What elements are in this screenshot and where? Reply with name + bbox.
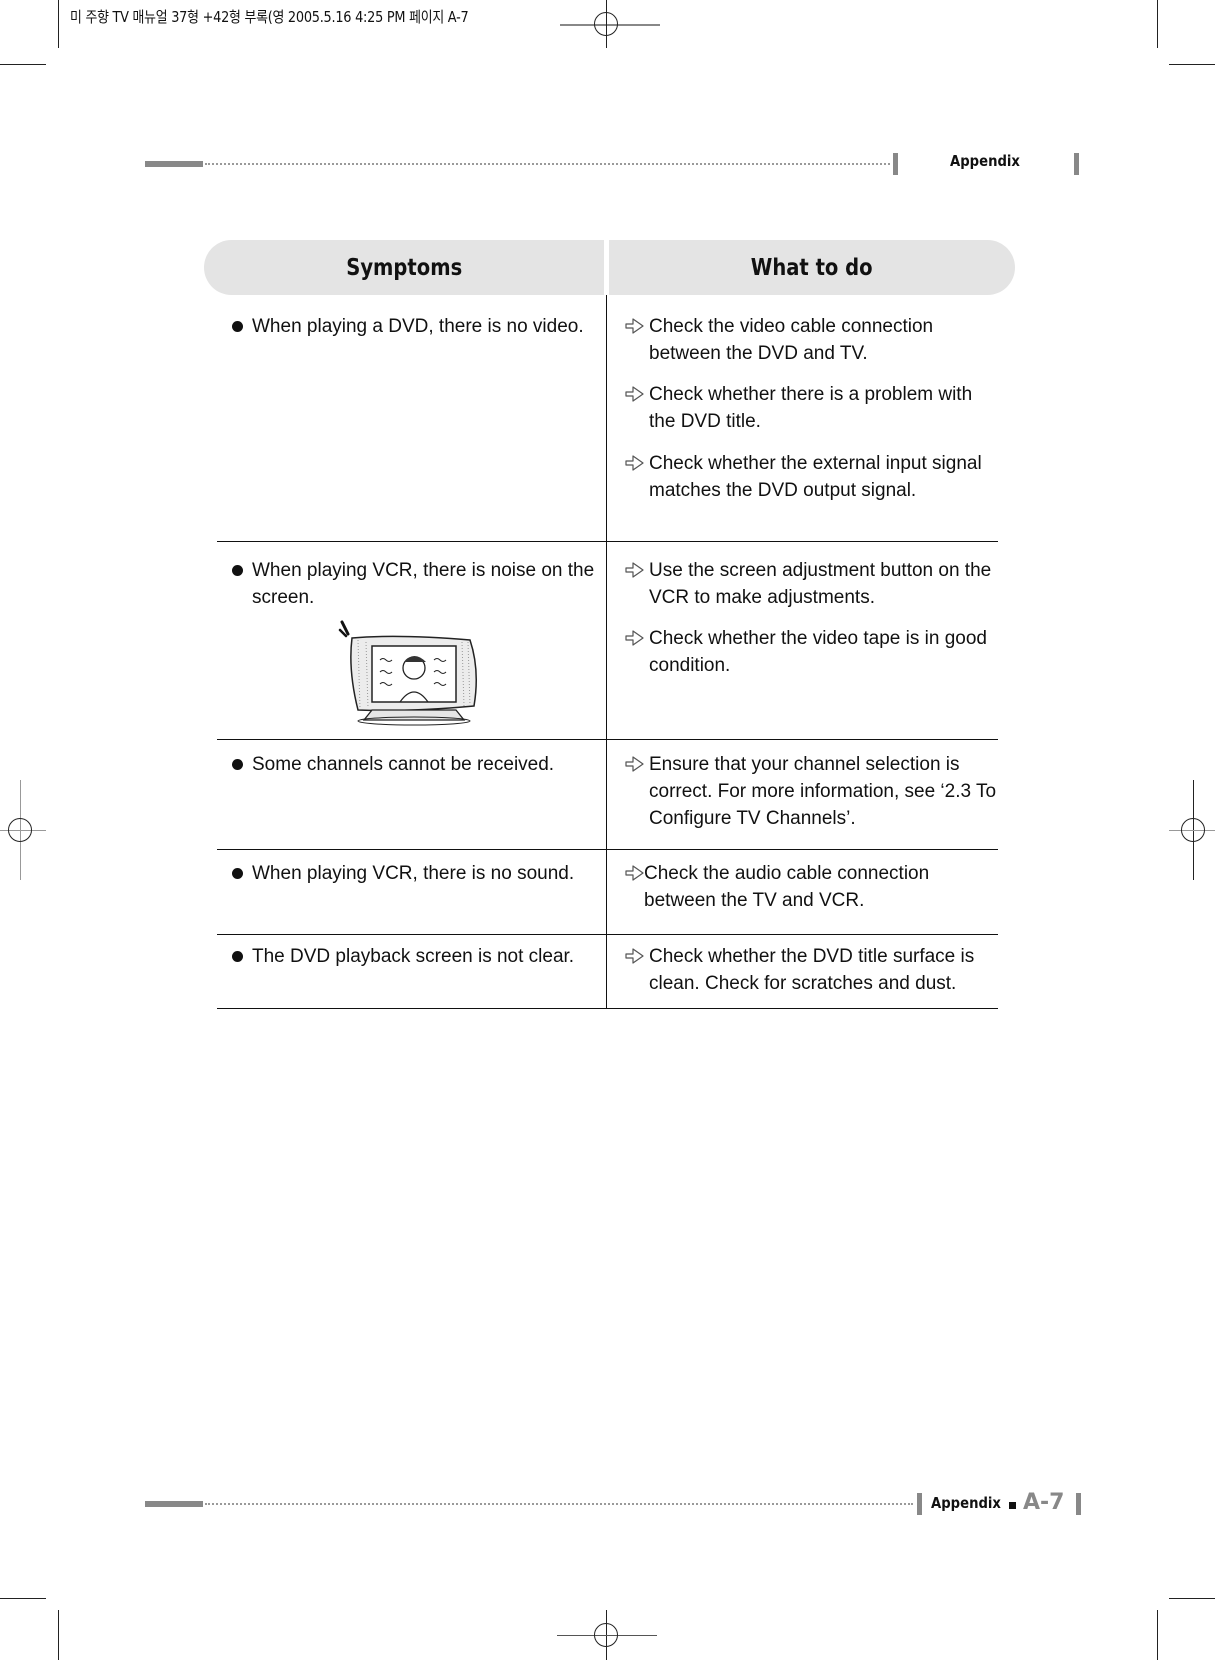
crop-mark-top-right-horizontal — [1169, 64, 1215, 65]
bullet-icon — [232, 759, 243, 770]
row-separator — [217, 739, 998, 740]
header-divider-right — [1074, 153, 1079, 175]
square-bullet-icon — [1009, 1502, 1016, 1509]
table-row-action: Use the screen adjustment button on the … — [622, 557, 1002, 611]
tv-noise-illustration — [338, 620, 477, 726]
footer-divider-right — [1076, 1493, 1081, 1515]
table-row-symptom: When playing a DVD, there is no video. — [232, 313, 604, 340]
registration-mark-right-icon — [1181, 818, 1205, 842]
footer-rule-bar — [145, 1501, 203, 1507]
arrow-right-icon — [625, 562, 644, 578]
table-row-action: Check the video cable connection between… — [622, 313, 1002, 367]
running-header-title: Appendix — [950, 152, 1020, 170]
table-row-action: Check the audio cable connection between… — [622, 860, 1002, 914]
table-row-symptom: The DVD playback screen is not clear. — [232, 943, 604, 970]
arrow-right-icon — [625, 455, 644, 471]
registration-mark-top-icon — [594, 12, 618, 36]
row-separator — [217, 849, 998, 850]
row-separator — [217, 541, 998, 542]
bullet-icon — [232, 565, 243, 576]
table-row-action: Check whether the video tape is in good … — [622, 625, 1002, 679]
table-row-action: Check whether the DVD title surface is c… — [622, 943, 1002, 997]
crop-mark-top-left-vertical — [58, 0, 59, 48]
table-row-symptom: When playing VCR, there is noise on the … — [232, 557, 604, 611]
arrow-right-icon — [625, 865, 644, 881]
bullet-icon — [232, 868, 243, 879]
table-row-action: Check whether there is a problem with th… — [622, 381, 1002, 435]
what-to-do-column-header: What to do — [609, 240, 1015, 295]
header-divider-left — [893, 153, 898, 175]
column-divider — [606, 295, 607, 1008]
page-number: A-7 — [1023, 1490, 1065, 1515]
crop-mark-bottom-right-vertical — [1157, 1610, 1158, 1660]
crop-mark-top-left-horizontal — [0, 64, 46, 65]
arrow-right-icon — [625, 948, 644, 964]
footer-divider-left — [917, 1493, 922, 1515]
row-separator — [217, 934, 998, 935]
header-dotted-rule — [205, 163, 890, 165]
symptoms-column-header: Symptoms — [204, 240, 604, 295]
arrow-right-icon — [625, 386, 644, 402]
crop-mark-bottom-left-vertical — [58, 1610, 59, 1660]
table-row-symptom: Some channels cannot be received. — [232, 751, 604, 778]
bullet-icon — [232, 321, 243, 332]
bullet-icon — [232, 951, 243, 962]
registration-mark-left-icon — [8, 818, 32, 842]
crop-mark-top-right-vertical — [1157, 0, 1158, 48]
arrow-right-icon — [625, 756, 644, 772]
row-separator — [217, 1008, 998, 1009]
crop-mark-bottom-left-horizontal — [0, 1598, 46, 1599]
footer-section-title: Appendix — [931, 1494, 1001, 1512]
table-row-action: Check whether the external input signal … — [622, 450, 1002, 504]
table-row-symptom: When playing VCR, there is no sound. — [232, 860, 604, 887]
print-slug: 미 주향 TV 매뉴얼 37형 +42형 부록(영 2005.5.16 4:25… — [70, 8, 469, 26]
what-to-do-header-label: What to do — [751, 254, 873, 281]
arrow-right-icon — [625, 318, 644, 334]
registration-mark-bottom-icon — [594, 1623, 618, 1647]
crop-mark-bottom-right-horizontal — [1169, 1598, 1215, 1599]
header-rule-bar — [145, 161, 203, 167]
arrow-right-icon — [625, 630, 644, 646]
footer-dotted-rule — [205, 1503, 913, 1505]
table-row-action: Ensure that your channel selection is co… — [622, 751, 1002, 832]
symptoms-header-label: Symptoms — [345, 254, 462, 281]
